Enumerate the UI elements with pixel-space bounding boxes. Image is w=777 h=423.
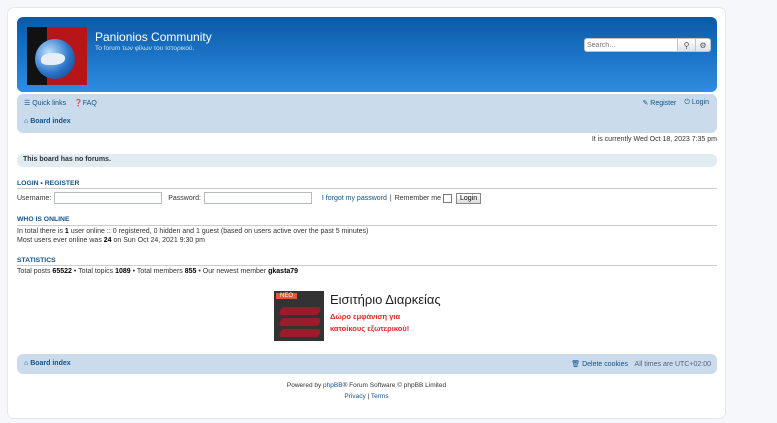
- breadcrumb[interactable]: ⌂ Board index: [24, 118, 71, 125]
- site-header: Panionios Community Το forum των φίλων τ…: [17, 17, 717, 92]
- gear-icon: ⚙: [699, 40, 707, 50]
- power-icon: ⏻: [684, 99, 690, 106]
- online-line-2: Most users ever online was 24 on Sun Oct…: [17, 237, 205, 244]
- home-icon: ⌂: [24, 118, 29, 125]
- ad-subtitle[interactable]: Δώρο εμφάνιση για κατοίκους εξωτερικού!: [330, 311, 409, 335]
- navbar: ☰ Quick links ❓FAQ ✎ Register ⏻ Login ⌂ …: [17, 94, 717, 133]
- site-description: Το forum των φίλων του Ιστορικού.: [95, 45, 195, 52]
- no-forums-notice: This board has no forums.: [17, 154, 717, 167]
- powered-by: Powered by phpBB® Forum Software © phpBB…: [286, 382, 447, 389]
- login-button[interactable]: Login: [456, 192, 482, 204]
- online-line-1: In total there is 1 user online :: 0 reg…: [17, 228, 369, 235]
- login-link[interactable]: ⏻ Login: [684, 99, 709, 107]
- login-register-heading: LOGIN • REGISTER: [17, 180, 79, 187]
- divider: [17, 265, 717, 266]
- forgot-password-link[interactable]: I forgot my password: [322, 195, 387, 202]
- statistics-heading: STATISTICS: [17, 257, 56, 264]
- footer-navbar: ⌂ Board index 🗑 Delete cookies All times…: [17, 354, 717, 374]
- menu-icon: ☰: [24, 100, 31, 107]
- notice-text: This board has no forums.: [23, 156, 111, 163]
- login-form: Username: Password: I forgot my password…: [17, 192, 482, 204]
- password-label: Password:: [168, 194, 201, 202]
- search-box: ⚲ ⚙: [584, 38, 711, 52]
- search-input[interactable]: [584, 38, 678, 52]
- password-field[interactable]: [203, 192, 312, 204]
- divider: [17, 225, 717, 226]
- footer-board-index[interactable]: ⌂ Board index: [24, 360, 71, 367]
- privacy-link[interactable]: Privacy: [344, 393, 365, 400]
- quick-links-menu[interactable]: ☰ Quick links: [24, 99, 66, 107]
- register-heading-link[interactable]: REGISTER: [45, 180, 80, 187]
- who-is-online-heading[interactable]: WHO IS ONLINE: [17, 216, 70, 223]
- breadcrumb-board-index: Board index: [30, 118, 71, 125]
- divider: [17, 188, 717, 189]
- login-label: Login: [691, 99, 709, 106]
- footer-links: Privacy | Terms: [344, 393, 389, 400]
- terms-link[interactable]: Terms: [371, 393, 389, 400]
- ad-badge: NEO: [276, 293, 298, 299]
- ad-banner-image[interactable]: NEO: [274, 291, 324, 341]
- edit-icon: ✎: [642, 100, 649, 107]
- pipe-separator: |: [389, 194, 392, 202]
- phpbb-link[interactable]: phpBB: [323, 382, 343, 389]
- site-logo[interactable]: [27, 27, 87, 85]
- timezone-text: All times are UTC+02:00: [634, 361, 711, 368]
- heading-separator: •: [40, 180, 43, 187]
- remember-me-label: Remember me: [394, 194, 442, 202]
- trash-icon: 🗑: [571, 361, 581, 368]
- login-heading-link[interactable]: LOGIN: [17, 180, 39, 187]
- faq-label: FAQ: [82, 100, 97, 107]
- register-label: Register: [650, 100, 677, 107]
- register-link[interactable]: ✎ Register: [642, 99, 676, 107]
- username-field[interactable]: [54, 192, 163, 204]
- site-title[interactable]: Panionios Community: [95, 30, 212, 44]
- statistics-line: Total posts 65522 • Total topics 1089 • …: [17, 268, 299, 275]
- advanced-search-button[interactable]: ⚙: [696, 38, 711, 52]
- search-icon: ⚲: [683, 40, 690, 50]
- ad-title[interactable]: Εισιτήριο Διαρκείας: [330, 292, 441, 307]
- home-icon: ⌂: [24, 360, 29, 367]
- quick-links-label: Quick links: [32, 100, 67, 107]
- username-label: Username:: [17, 194, 52, 202]
- newest-member-link[interactable]: gkasta79: [268, 268, 298, 275]
- search-button[interactable]: ⚲: [678, 38, 696, 52]
- delete-cookies-link[interactable]: 🗑 Delete cookies: [571, 361, 628, 368]
- remember-me-checkbox[interactable]: [443, 193, 453, 203]
- current-time: It is currently Wed Oct 18, 2023 7:35 pm: [591, 136, 717, 143]
- faq-link[interactable]: ❓FAQ: [74, 99, 97, 107]
- question-icon: ❓: [74, 100, 83, 107]
